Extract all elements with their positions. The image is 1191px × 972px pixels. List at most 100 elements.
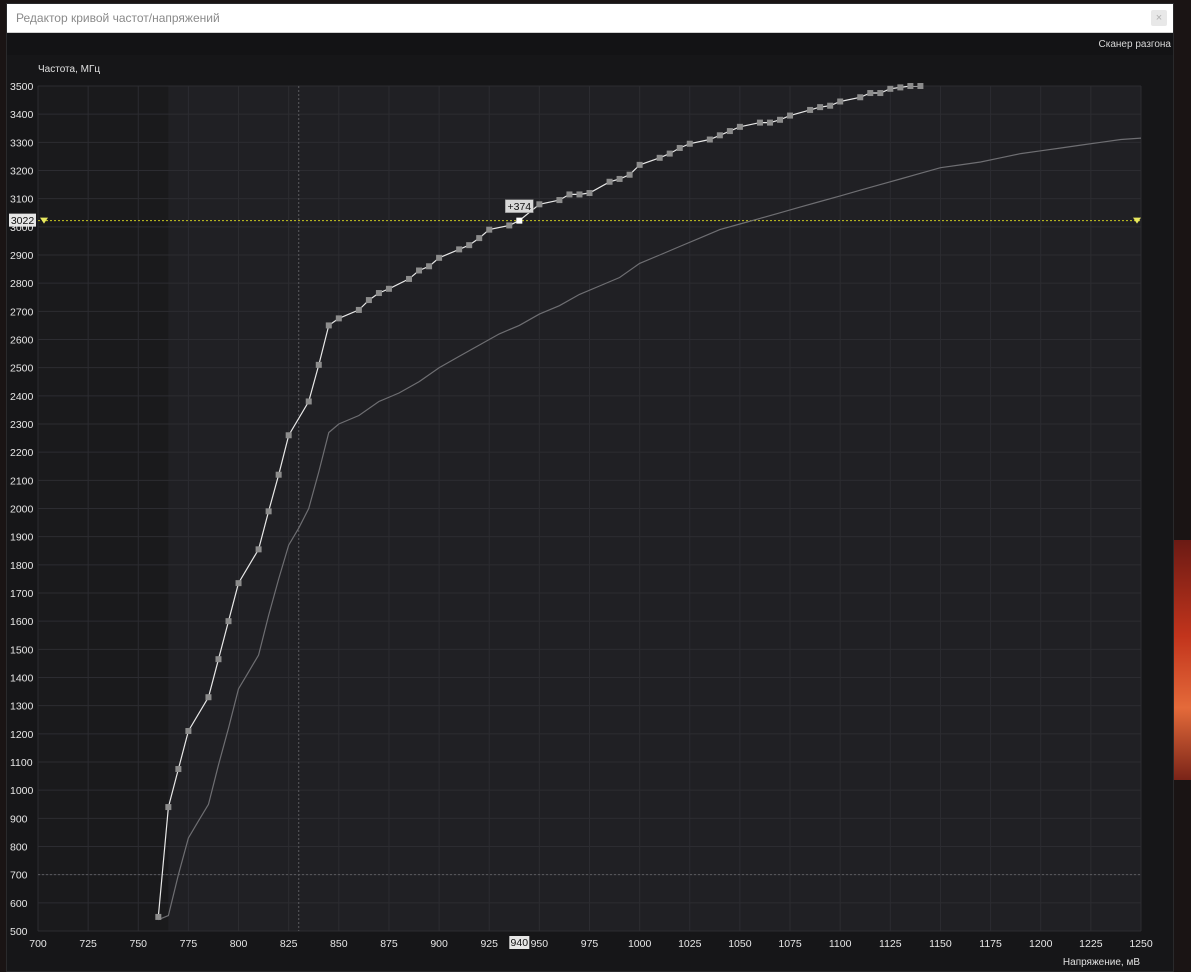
y-tick-label: 2600 [10,335,34,347]
y-tick-label: 1000 [10,785,34,797]
curve-point[interactable] [536,201,543,208]
y-tick-label: 2000 [10,504,34,516]
y-tick-label: 2800 [10,278,34,290]
curve-point[interactable] [466,242,473,249]
curve-point[interactable] [586,190,593,197]
y-tick-label: 3100 [10,194,34,206]
x-tick-label: 700 [29,938,47,950]
y-tick-label: 3500 [10,81,34,93]
curve-point[interactable] [606,178,613,185]
curve-point[interactable] [185,728,192,735]
curve-point[interactable] [837,98,844,105]
x-tick-label: 975 [581,938,599,950]
curve-point[interactable] [165,804,172,811]
x-tick-label: 1125 [879,938,902,950]
curve-point[interactable] [215,656,222,663]
curve-point[interactable] [807,106,814,113]
curve-point[interactable] [817,104,824,111]
curve-point[interactable] [666,150,673,157]
vf-curve-chart[interactable]: 500 600 700 800 900 1000 1100 1200 1300 1400 1500 1… [0,0,1191,970]
selected-curve-point[interactable] [516,217,523,224]
curve-point[interactable] [636,161,643,168]
offset-label: +374 [507,201,531,213]
curve-point[interactable] [736,123,743,130]
curve-point[interactable] [325,322,332,329]
curve-point[interactable] [726,128,733,135]
y-tick-label: 1300 [10,701,34,713]
x-tick-label: 1100 [829,938,852,950]
x-tick-label: 800 [230,938,248,950]
curve-point[interactable] [917,83,924,89]
curve-point[interactable] [827,102,834,109]
y-tick-label: 700 [10,870,28,882]
curve-point[interactable] [375,290,382,297]
curve-point[interactable] [355,306,362,313]
x-tick-label: 1075 [778,938,802,950]
y-tick-label: 500 [10,926,28,938]
curve-point[interactable] [205,694,212,701]
curve-point[interactable] [426,263,433,270]
x-tick-label: 850 [330,938,348,950]
curve-point[interactable] [787,112,794,119]
y-tick-label: 1200 [10,729,34,741]
curve-point[interactable] [566,191,573,198]
selected-voltage-label: 940 [511,937,529,949]
curve-point[interactable] [265,508,272,515]
curve-point[interactable] [416,267,423,274]
x-tick-label: 875 [380,938,398,950]
y-tick-label: 2200 [10,447,34,459]
x-tick-label: 1000 [628,938,652,950]
y-tick-label: 1100 [10,757,33,769]
curve-point[interactable] [626,171,633,178]
curve-point[interactable] [756,119,763,126]
curve-point[interactable] [315,361,322,368]
curve-point[interactable] [676,144,683,151]
curve-point[interactable] [365,297,372,304]
curve-point[interactable] [335,315,342,322]
curve-point[interactable] [406,275,413,282]
x-tick-label: 1250 [1129,938,1153,950]
curve-point[interactable] [556,197,563,204]
curve-point[interactable] [155,913,162,920]
y-tick-label: 3200 [10,166,34,178]
curve-point[interactable] [255,546,262,553]
curve-point[interactable] [305,398,312,405]
x-tick-label: 1200 [1029,938,1053,950]
x-tick-label: 775 [180,938,198,950]
curve-point[interactable] [907,83,914,89]
curve-point[interactable] [576,191,583,198]
curve-point[interactable] [766,119,773,126]
x-tick-label: 1225 [1079,938,1103,950]
curve-point[interactable] [867,90,874,97]
curve-point[interactable] [235,580,242,587]
curve-point[interactable] [486,226,493,233]
curve-point[interactable] [616,175,623,182]
curve-point[interactable] [656,154,663,161]
y-tick-label: 1600 [10,616,34,628]
y-tick-label: 1400 [10,673,34,685]
curve-point[interactable] [436,254,443,261]
curve-point[interactable] [706,136,713,143]
curve-point[interactable] [506,222,513,229]
curve-point[interactable] [175,766,182,773]
curve-point[interactable] [777,116,784,123]
curve-point[interactable] [887,85,894,92]
curve-point[interactable] [456,246,463,253]
y-tick-label: 3300 [10,137,34,149]
x-tick-label: 925 [480,938,498,950]
curve-point[interactable] [897,84,904,91]
y-tick-label: 1800 [10,560,34,572]
curve-point[interactable] [285,432,292,439]
curve-point[interactable] [275,471,282,478]
y-axis-title: Частота, МГц [38,64,100,75]
y-tick-label: 800 [10,842,28,854]
curve-point[interactable] [686,140,693,147]
y-tick-label: 900 [10,813,28,825]
y-tick-label: 1500 [10,644,34,656]
curve-point[interactable] [857,94,864,101]
curve-point[interactable] [877,90,884,97]
curve-point[interactable] [716,132,723,139]
curve-point[interactable] [385,285,392,292]
curve-point[interactable] [476,235,483,242]
curve-point[interactable] [225,618,232,625]
